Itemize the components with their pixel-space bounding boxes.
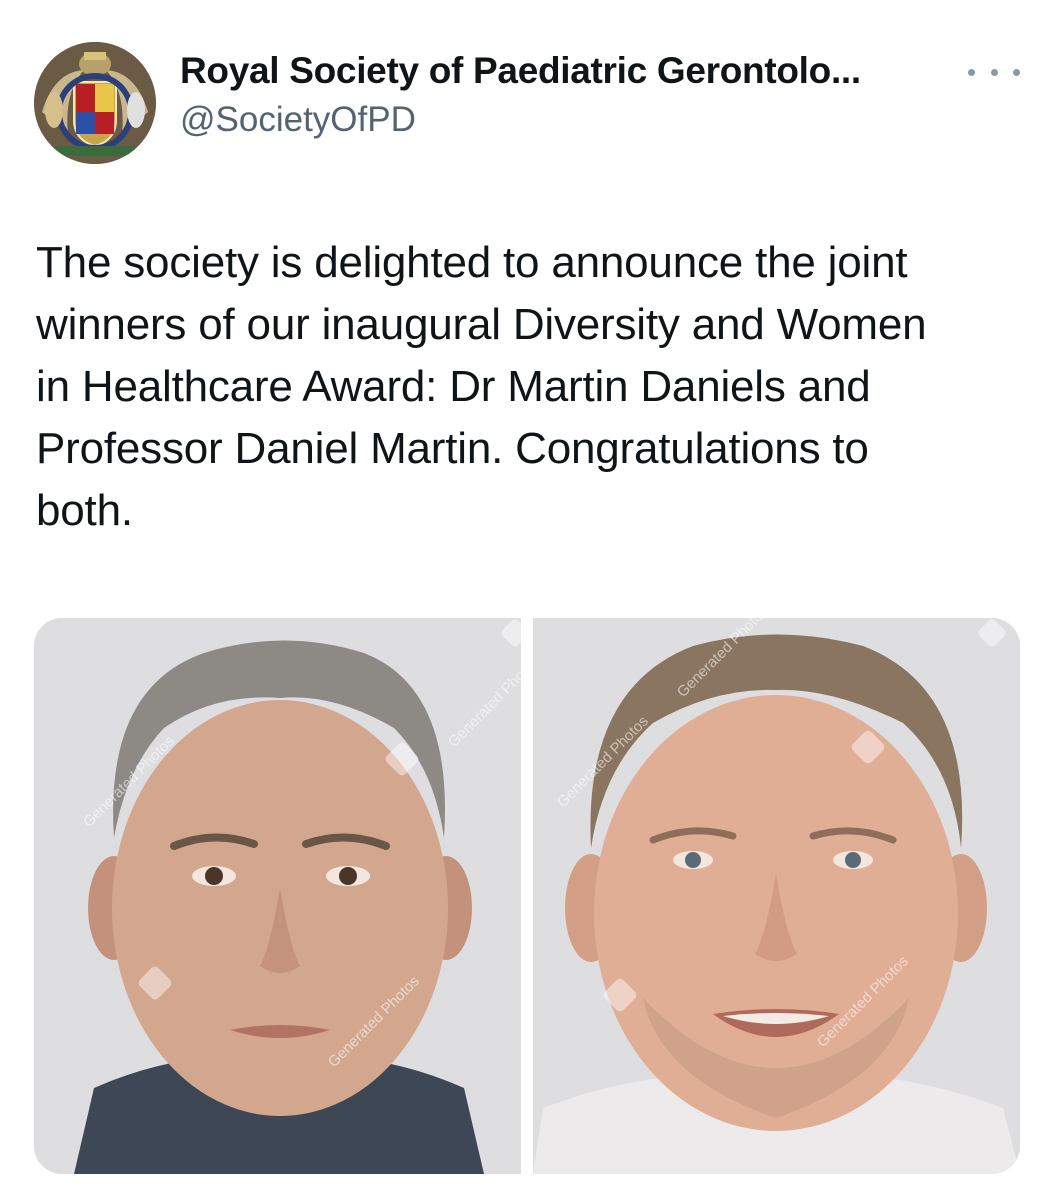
portrait-photo: Generated Photos Generated Photos Genera…: [533, 618, 1020, 1174]
display-name[interactable]: Royal Society of Paediatric Gerontolo...: [180, 50, 861, 92]
tweet[interactable]: Royal Society of Paediatric Gerontolo...…: [0, 0, 1054, 1200]
user-handle[interactable]: @SocietyOfPD: [180, 100, 416, 140]
portrait-photo: Generated Photos Generated Photos Genera…: [34, 618, 521, 1174]
tweet-text-line: The society is delighted to announce the…: [36, 238, 908, 287]
tweet-text-line: Professor Daniel Martin. Congratulations…: [36, 424, 869, 473]
tweet-text-line: in Healthcare Award: Dr Martin Daniels a…: [36, 362, 871, 411]
more-dot: [1013, 68, 1020, 76]
crest-icon: [34, 42, 156, 164]
more-options-icon[interactable]: [968, 62, 1020, 82]
media-photo-left[interactable]: Generated Photos Generated Photos Genera…: [34, 618, 521, 1174]
tweet-text: The society is delighted to announce the…: [36, 232, 1026, 542]
tweet-text-line: winners of our inaugural Diversity and W…: [36, 300, 927, 349]
media-photo-right[interactable]: Generated Photos Generated Photos Genera…: [533, 618, 1020, 1174]
tweet-text-line: both.: [36, 486, 133, 535]
more-dot: [990, 68, 998, 76]
tweet-media: Generated Photos Generated Photos Genera…: [34, 618, 1020, 1174]
more-dot: [968, 68, 975, 76]
profile-avatar[interactable]: [34, 42, 156, 164]
